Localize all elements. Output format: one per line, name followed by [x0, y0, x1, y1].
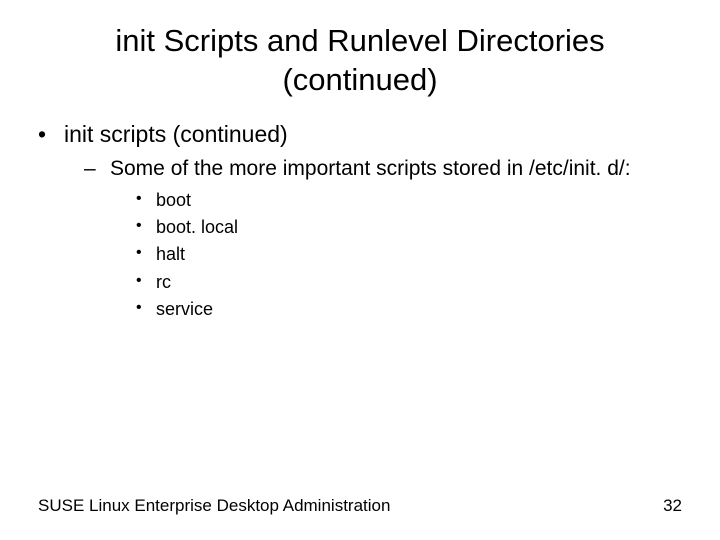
footer-left: SUSE Linux Enterprise Desktop Administra…	[38, 496, 390, 516]
bullet-text: boot. local	[156, 217, 238, 237]
list-item: init scripts (continued) Some of the mor…	[38, 120, 680, 322]
bullet-text: rc	[156, 272, 171, 292]
bullet-list: init scripts (continued) Some of the mor…	[38, 120, 680, 322]
bullet-text: boot	[156, 190, 191, 210]
bullet-text: init scripts (continued)	[64, 121, 288, 147]
slide-title: init Scripts and Runlevel Directories (c…	[0, 0, 720, 100]
bullet-text: service	[156, 299, 213, 319]
list-item: rc	[110, 271, 680, 294]
list-item: halt	[110, 243, 680, 266]
bullet-list: boot boot. local halt rc service	[110, 189, 680, 322]
bullet-text: halt	[156, 244, 185, 264]
bullet-text: Some of the more important scripts store…	[110, 157, 631, 180]
title-line-1: init Scripts and Runlevel Directories	[115, 23, 604, 58]
slide: init Scripts and Runlevel Directories (c…	[0, 0, 720, 540]
slide-footer: SUSE Linux Enterprise Desktop Administra…	[38, 496, 682, 516]
slide-body: init scripts (continued) Some of the mor…	[0, 100, 720, 322]
list-item: boot. local	[110, 216, 680, 239]
list-item: service	[110, 298, 680, 321]
title-line-2: (continued)	[282, 62, 437, 97]
bullet-list: Some of the more important scripts store…	[64, 156, 680, 321]
footer-page-number: 32	[663, 496, 682, 516]
list-item: boot	[110, 189, 680, 212]
list-item: Some of the more important scripts store…	[64, 156, 680, 321]
